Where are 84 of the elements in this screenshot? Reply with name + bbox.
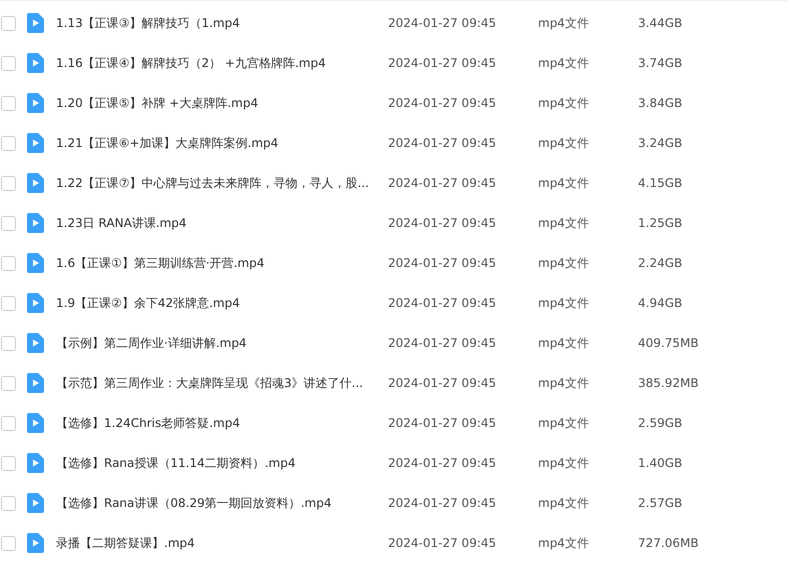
file-name[interactable]: 1.6【正课①】第三期训练营·开营.mp4 bbox=[56, 254, 388, 272]
checkbox[interactable] bbox=[1, 16, 16, 30]
file-type: mp4文件 bbox=[538, 534, 590, 552]
video-file-icon bbox=[27, 373, 44, 393]
file-size: 727.06MB bbox=[638, 536, 699, 550]
file-type: mp4文件 bbox=[538, 214, 590, 232]
modified-date: 2024-01-27 09:45 bbox=[388, 96, 498, 110]
checkbox[interactable] bbox=[1, 176, 16, 190]
file-size: 2.24GB bbox=[638, 256, 682, 270]
file-name[interactable]: 【选修】Rana授课（11.14二期资料）.mp4 bbox=[56, 454, 388, 472]
file-size: 1.25GB bbox=[638, 216, 682, 230]
file-name[interactable]: 【示例】第二周作业·详细讲解.mp4 bbox=[56, 334, 388, 352]
checkbox[interactable] bbox=[1, 496, 16, 510]
modified-date: 2024-01-27 09:45 bbox=[388, 296, 498, 310]
video-file-icon bbox=[27, 453, 44, 473]
file-name[interactable]: 1.16【正课④】解牌技巧（2） +九宫格牌阵.mp4 bbox=[56, 54, 388, 72]
checkbox[interactable] bbox=[1, 256, 16, 270]
video-file-icon bbox=[27, 413, 44, 433]
file-name[interactable]: 1.20【正课⑤】补牌 +大桌牌阵.mp4 bbox=[56, 94, 388, 112]
video-file-icon bbox=[27, 533, 44, 553]
video-file-icon bbox=[27, 333, 44, 353]
file-name[interactable]: 1.23日 RANA讲课.mp4 bbox=[56, 214, 388, 232]
file-name[interactable]: 【示范】第三周作业：大桌牌阵呈现《招魂3》讲述了什... bbox=[56, 374, 388, 392]
file-name[interactable]: 录播【二期答疑课】.mp4 bbox=[56, 534, 388, 552]
video-file-icon bbox=[27, 213, 44, 233]
video-file-icon bbox=[27, 133, 44, 153]
file-name[interactable]: 1.9【正课②】余下42张牌意.mp4 bbox=[56, 294, 388, 312]
file-type: mp4文件 bbox=[538, 414, 590, 432]
modified-date: 2024-01-27 09:45 bbox=[388, 56, 498, 70]
file-type: mp4文件 bbox=[538, 254, 590, 272]
modified-date: 2024-01-27 09:45 bbox=[388, 16, 498, 30]
file-type: mp4文件 bbox=[538, 454, 590, 472]
file-size: 385.92MB bbox=[638, 376, 699, 390]
modified-date: 2024-01-27 09:45 bbox=[388, 456, 498, 470]
checkbox[interactable] bbox=[1, 216, 16, 230]
checkbox[interactable] bbox=[1, 296, 16, 310]
video-file-icon bbox=[27, 173, 44, 193]
file-size: 2.57GB bbox=[638, 496, 682, 510]
file-type: mp4文件 bbox=[538, 374, 590, 392]
video-file-icon bbox=[27, 93, 44, 113]
file-name[interactable]: 【选修】1.24Chris老师答疑.mp4 bbox=[56, 414, 388, 432]
file-type: mp4文件 bbox=[538, 14, 590, 32]
file-name[interactable]: 1.13【正课③】解牌技巧（1.mp4 bbox=[56, 14, 388, 32]
checkbox[interactable] bbox=[1, 336, 16, 350]
file-size: 4.94GB bbox=[638, 296, 682, 310]
modified-date: 2024-01-27 09:45 bbox=[388, 136, 498, 150]
modified-date: 2024-01-27 09:45 bbox=[388, 336, 498, 350]
checkbox[interactable] bbox=[1, 416, 16, 430]
file-name[interactable]: 1.22【正课⑦】中心牌与过去未来牌阵，寻物，寻人，股... bbox=[56, 174, 388, 192]
file-type: mp4文件 bbox=[538, 494, 590, 512]
video-file-icon bbox=[27, 493, 44, 513]
file-type: mp4文件 bbox=[538, 134, 590, 152]
modified-date: 2024-01-27 09:45 bbox=[388, 536, 498, 550]
modified-date: 2024-01-27 09:45 bbox=[388, 416, 498, 430]
modified-date: 2024-01-27 09:45 bbox=[388, 176, 498, 190]
file-type: mp4文件 bbox=[538, 294, 590, 312]
modified-date: 2024-01-27 09:45 bbox=[388, 496, 498, 510]
file-type: mp4文件 bbox=[538, 54, 590, 72]
modified-date: 2024-01-27 09:45 bbox=[388, 216, 498, 230]
file-name[interactable]: 1.21【正课⑥+加课】大桌牌阵案例.mp4 bbox=[56, 134, 388, 152]
modified-date: 2024-01-27 09:45 bbox=[388, 256, 498, 270]
checkbox[interactable] bbox=[1, 56, 16, 70]
file-size: 3.84GB bbox=[638, 96, 682, 110]
file-type: mp4文件 bbox=[538, 334, 590, 352]
video-file-icon bbox=[27, 13, 44, 33]
checkbox[interactable] bbox=[1, 456, 16, 470]
file-type: mp4文件 bbox=[538, 174, 590, 192]
file-name[interactable]: 【选修】Rana讲课（08.29第一期回放资料）.mp4 bbox=[56, 494, 388, 512]
file-size: 3.74GB bbox=[638, 56, 682, 70]
file-size: 4.15GB bbox=[638, 176, 682, 190]
checkbox[interactable] bbox=[1, 96, 16, 110]
checkbox[interactable] bbox=[1, 536, 16, 550]
checkbox[interactable] bbox=[1, 136, 16, 150]
modified-date: 2024-01-27 09:45 bbox=[388, 376, 498, 390]
checkbox[interactable] bbox=[1, 376, 16, 390]
video-file-icon bbox=[27, 253, 44, 273]
file-type: mp4文件 bbox=[538, 94, 590, 112]
video-file-icon bbox=[27, 293, 44, 313]
file-size: 2.59GB bbox=[638, 416, 682, 430]
video-file-icon bbox=[27, 53, 44, 73]
file-size: 409.75MB bbox=[638, 336, 699, 350]
file-size: 1.40GB bbox=[638, 456, 682, 470]
file-size: 3.24GB bbox=[638, 136, 682, 150]
file-size: 3.44GB bbox=[638, 16, 682, 30]
